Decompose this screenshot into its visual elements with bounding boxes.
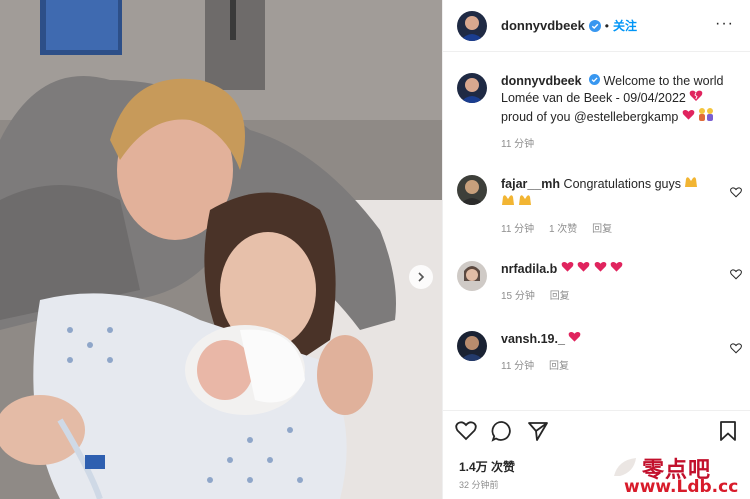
comment-meta: 11 分钟 1 次赞 回复 bbox=[501, 221, 736, 238]
post-header: donnyvdbeek • 关注 ··· bbox=[443, 0, 750, 52]
caption-avatar[interactable] bbox=[457, 73, 487, 103]
comment-time: 11 分钟 bbox=[501, 361, 535, 372]
comment-time: 11 分钟 bbox=[501, 224, 535, 235]
comment-like-icon[interactable] bbox=[730, 187, 742, 201]
red-heart-emoji-icon bbox=[682, 109, 698, 124]
caption-line-3: proud of you @estellebergkamp bbox=[501, 110, 679, 124]
caption-line-2: Lomée van de Beek - 09/04/2022 bbox=[501, 91, 686, 105]
red-heart-emoji-icon bbox=[594, 261, 607, 276]
red-heart-emoji-icon bbox=[568, 331, 581, 346]
post-side-panel: donnyvdbeek • 关注 ··· donnyvdbeek Welcome bbox=[442, 0, 750, 499]
speech-bubble-icon[interactable] bbox=[491, 420, 513, 442]
caption-body: donnyvdbeek Welcome to the world Lomée v… bbox=[501, 73, 736, 153]
comment-body: vansh.19._ 11 分钟 回复 bbox=[501, 331, 736, 375]
comment-username[interactable]: fajar__mh bbox=[501, 177, 560, 191]
follow-button[interactable]: 关注 bbox=[613, 17, 637, 34]
reply-button[interactable]: 回复 bbox=[549, 361, 569, 372]
bookmark-icon[interactable] bbox=[719, 420, 737, 445]
comment-meta: 15 分钟 回复 bbox=[501, 288, 736, 305]
more-options-button[interactable]: ··· bbox=[715, 16, 734, 32]
paper-plane-icon[interactable] bbox=[527, 420, 549, 442]
instagram-post: donnyvdbeek • 关注 ··· donnyvdbeek Welcome bbox=[0, 0, 750, 499]
family-emoji-icon bbox=[698, 108, 714, 124]
comment-avatar[interactable] bbox=[457, 261, 487, 291]
comment-body: nrfadila.b 15 分钟 回复 bbox=[501, 261, 736, 305]
comment-like-icon[interactable] bbox=[730, 269, 742, 283]
red-heart-emoji-icon bbox=[610, 261, 623, 276]
chevron-right-icon bbox=[418, 272, 425, 282]
watermark-url: www.Ldb.cc bbox=[624, 477, 739, 497]
comment-like-icon[interactable] bbox=[730, 343, 742, 357]
comment-body: fajar__mh Congratulations guys 11 分钟 1 次… bbox=[501, 175, 736, 238]
next-photo-button[interactable] bbox=[409, 265, 433, 289]
comment-text: Congratulations guys bbox=[563, 177, 681, 191]
red-heart-emoji-icon bbox=[561, 261, 574, 276]
caption-meta: 11 分钟 bbox=[501, 136, 736, 153]
hands-emoji-icon bbox=[501, 195, 518, 209]
red-heart-emoji-icon bbox=[577, 261, 590, 276]
comment-like-count[interactable]: 1 次赞 bbox=[549, 224, 577, 235]
caption-line-1: Welcome to the world bbox=[603, 74, 724, 88]
comment-username[interactable]: nrfadila.b bbox=[501, 262, 557, 276]
author-username[interactable]: donnyvdbeek bbox=[501, 18, 585, 33]
verified-badge-icon bbox=[588, 19, 601, 32]
broken-heart-emoji-icon bbox=[689, 90, 703, 105]
header-separator: • bbox=[604, 18, 609, 33]
heart-outline-icon[interactable] bbox=[455, 420, 477, 441]
comment-thread: donnyvdbeek Welcome to the world Lomée v… bbox=[443, 53, 750, 410]
comment-avatar[interactable] bbox=[457, 175, 487, 205]
comment-avatar[interactable] bbox=[457, 331, 487, 361]
hands-emoji-icon bbox=[684, 177, 698, 191]
like-count[interactable]: 1.4万 次赞 bbox=[459, 458, 515, 475]
reply-button[interactable]: 回复 bbox=[550, 291, 570, 302]
post-time: 32 分钟前 bbox=[459, 480, 499, 490]
caption-time: 11 分钟 bbox=[501, 139, 535, 150]
caption-username[interactable]: donnyvdbeek bbox=[501, 74, 582, 88]
site-watermark: 零点吧 www.Ldb.cc bbox=[606, 450, 750, 499]
post-photo[interactable] bbox=[0, 0, 442, 499]
author-avatar[interactable] bbox=[457, 10, 487, 41]
comment-username[interactable]: vansh.19._ bbox=[501, 332, 565, 346]
hospital-family-photo bbox=[0, 0, 442, 499]
reply-button[interactable]: 回复 bbox=[592, 224, 612, 235]
comment-time: 15 分钟 bbox=[501, 291, 535, 302]
verified-badge-icon bbox=[589, 74, 601, 85]
hands-emoji-icon bbox=[518, 195, 532, 209]
comment-meta: 11 分钟 回复 bbox=[501, 358, 736, 375]
action-bar bbox=[443, 410, 750, 450]
